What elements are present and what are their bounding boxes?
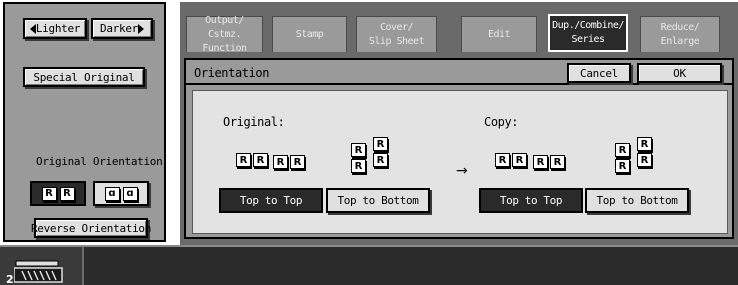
lighter-button[interactable]: Lighter	[23, 18, 87, 39]
page-r-icon: R	[351, 159, 366, 173]
page-r-icon: R	[615, 159, 630, 173]
page-rotated-icon: ɑ	[122, 186, 138, 201]
original-page-stack-1: R R	[351, 143, 366, 173]
original-orientation-label: Original Orientation	[36, 155, 163, 168]
counter-digit: 2	[6, 273, 14, 285]
dialog-title: Orientation	[194, 66, 270, 80]
page-r-icon: R	[351, 143, 366, 157]
page-r-icon: R	[290, 155, 305, 169]
copy-top-to-bottom-button[interactable]: Top to Bottom	[585, 188, 689, 213]
page-r-icon: R	[373, 137, 388, 151]
page-r-icon: R	[41, 186, 57, 201]
original-page-stack-2: R R	[373, 137, 388, 167]
tab-output-cstmz-function[interactable]: Output/ Cstmz. Function	[186, 15, 263, 54]
orientation-choice-upright[interactable]: R R	[30, 181, 86, 206]
page-r-icon: R	[637, 153, 652, 167]
tab-stamp[interactable]: Stamp	[272, 16, 347, 54]
tab-label-line1: Reduce/	[660, 22, 700, 33]
page-r-icon: R	[273, 155, 288, 169]
tab-label-line1: Output/	[205, 15, 244, 26]
page-r-icon: R	[550, 155, 565, 169]
arrow-right-icon: →	[456, 163, 468, 179]
copy-page-stack-1: R R	[615, 143, 630, 173]
paper-tray-icon	[14, 260, 63, 283]
function-tab-bar: Output/ Cstmz. Function Stamp Cover/ Sli…	[180, 2, 738, 54]
tab-dup-combine-series[interactable]: Dup./Combine/ Series	[548, 14, 628, 52]
tab-label-line1: Edit	[487, 29, 511, 40]
reverse-orientation-button[interactable]: Reverse Orientation	[31, 218, 151, 238]
tab-label-line1: Dup./Combine/	[552, 20, 624, 31]
copier-screen: Lighter Darker Special Original Original…	[0, 0, 738, 285]
tab-label-line1: Stamp	[295, 29, 324, 40]
copy-page-stack-2: R R	[637, 137, 652, 167]
job-counter[interactable]: 2	[0, 247, 84, 285]
cancel-button[interactable]: Cancel	[567, 63, 631, 83]
tab-edit[interactable]: Edit	[461, 16, 537, 54]
copy-page-pair-2: R R	[533, 155, 565, 169]
page-r-icon: R	[495, 153, 510, 167]
original-top-to-top-button[interactable]: Top to Top	[219, 188, 323, 213]
lighter-label: Lighter	[35, 22, 81, 35]
orientation-dialog: Orientation Cancel OK Original: Copy: R …	[184, 58, 734, 239]
original-page-pair-1: R R	[236, 153, 268, 167]
ok-button[interactable]: OK	[637, 63, 722, 83]
page-r-icon: R	[637, 137, 652, 151]
copy-page-pair-1: R R	[495, 153, 527, 167]
tab-label-line2: Slip Sheet	[368, 36, 425, 47]
original-page-pair-2: R R	[273, 155, 305, 169]
page-rotated-icon: ɑ	[104, 186, 120, 201]
left-panel: Lighter Darker Special Original Original…	[3, 2, 166, 242]
copy-top-to-top-button[interactable]: Top to Top	[479, 188, 583, 213]
darker-triangle-icon	[137, 23, 144, 34]
darker-label: Darker	[100, 22, 138, 35]
page-r-icon: R	[533, 155, 548, 169]
tab-label-line2: Series	[571, 34, 605, 45]
status-bar: 2	[0, 245, 738, 285]
special-original-button[interactable]: Special Original	[23, 67, 145, 87]
dialog-header: Orientation Cancel OK	[186, 60, 732, 85]
tab-label-line2: Enlarge	[660, 36, 700, 47]
original-top-to-bottom-button[interactable]: Top to Bottom	[326, 188, 430, 213]
orientation-choice-rotated[interactable]: ɑ ɑ	[93, 181, 149, 206]
main-panel: Orientation Cancel OK Original: Copy: R …	[180, 52, 738, 245]
page-r-icon: R	[373, 153, 388, 167]
darker-button[interactable]: Darker	[91, 18, 153, 39]
tab-label-line1: Cover/	[379, 22, 414, 33]
tab-cover-slip-sheet[interactable]: Cover/ Slip Sheet	[356, 16, 437, 54]
original-section-label: Original:	[223, 115, 285, 129]
page-r-icon: R	[253, 153, 268, 167]
page-r-icon: R	[615, 143, 630, 157]
page-r-icon: R	[512, 153, 527, 167]
page-r-icon: R	[59, 186, 75, 201]
page-r-icon: R	[236, 153, 251, 167]
copy-section-label: Copy:	[484, 115, 519, 129]
tab-reduce-enlarge[interactable]: Reduce/ Enlarge	[640, 16, 720, 54]
